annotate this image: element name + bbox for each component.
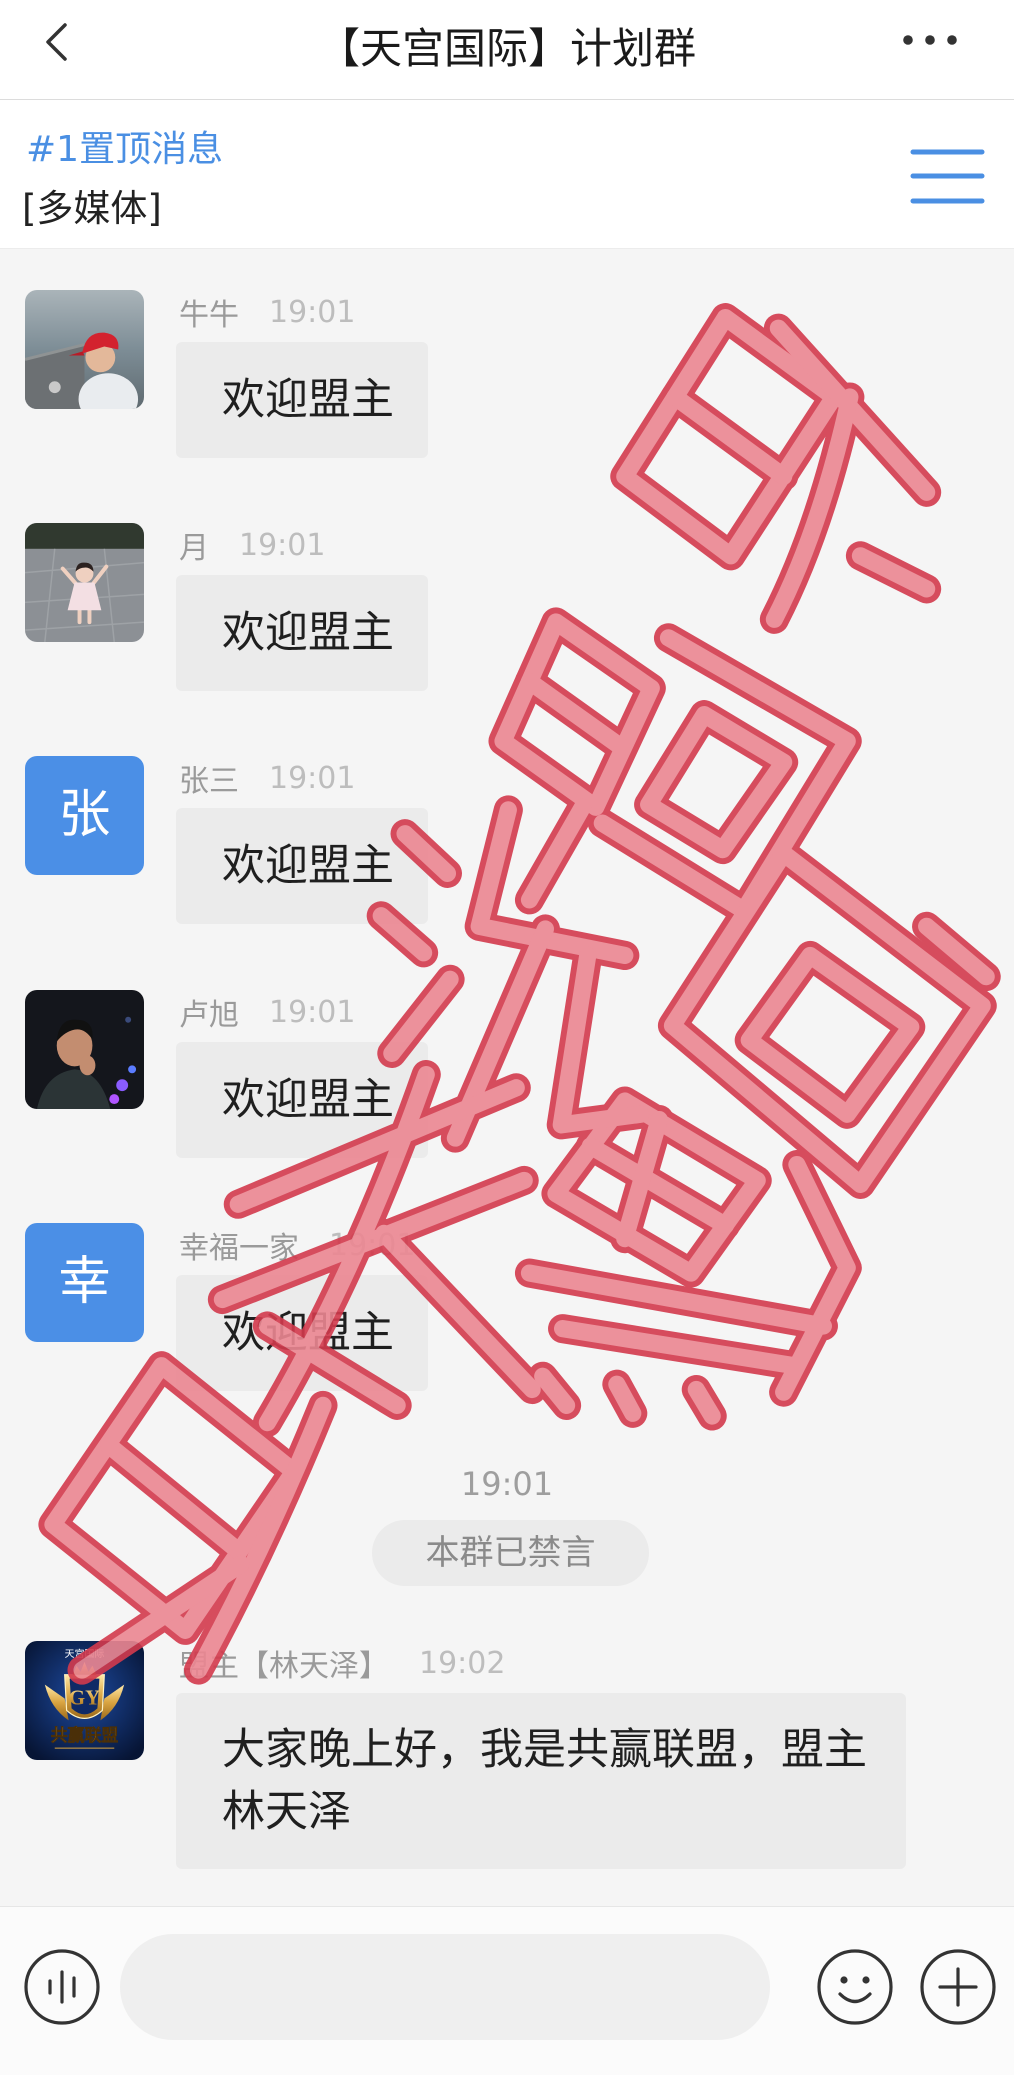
back-button[interactable] [38, 22, 78, 62]
sender-name: 牛牛 [179, 298, 239, 333]
page-title: 【天宫国际】计划群 [317, 24, 696, 73]
logo-text-bottom: 共赢联盟 [51, 1725, 119, 1745]
logo-text-top: 天宫国际 [65, 1647, 105, 1660]
chat-message: 张 张三 19:01 欢迎盟主 [0, 756, 1014, 956]
logo-text-mark: GY [69, 1685, 100, 1709]
chevron-left-icon [46, 23, 67, 61]
message-time: 19:01 [239, 527, 326, 563]
sender-name: 卢旭 [179, 998, 239, 1033]
message-meta: 幸福一家 19:01 [179, 1227, 416, 1267]
pinned-content: [多媒体] [22, 187, 162, 230]
avatar-photo [25, 523, 144, 642]
message-bubble[interactable]: 欢迎盟主 [176, 575, 428, 691]
sender-name: 盟主【林天泽】 [179, 1649, 389, 1684]
chat-header: 【天宫国际】计划群 [0, 0, 1014, 100]
group-logo-avatar: 天宫国际 GY 共赢联盟 [25, 1641, 144, 1760]
emoji-button[interactable] [816, 1948, 894, 2026]
pinned-label: #1置顶消息 [26, 129, 224, 170]
system-notice-pill: 本群已禁言 [372, 1520, 649, 1586]
chat-message: 卢旭 19:01 欢迎盟主 [0, 990, 1014, 1190]
avatar-photo [25, 990, 144, 1109]
chat-message: 牛牛 19:01 欢迎盟主 [0, 290, 1014, 490]
pinned-message-banner[interactable]: #1置顶消息 [多媒体] [0, 100, 1014, 249]
message-meta: 月 19:01 [179, 527, 326, 567]
pinned-list-button[interactable] [905, 140, 991, 212]
more-button[interactable] [896, 26, 964, 54]
message-meta: 张三 19:01 [179, 760, 356, 800]
avatar-initial[interactable]: 幸 [25, 1223, 144, 1342]
more-dots-icon [903, 35, 957, 45]
message-bubble[interactable]: 欢迎盟主 [176, 342, 428, 458]
message-time: 19:01 [329, 1227, 416, 1263]
message-bubble[interactable]: 欢迎盟主 [176, 808, 428, 924]
smiley-icon [817, 1949, 893, 2025]
message-time: 19:01 [269, 994, 356, 1030]
chat-message-list[interactable]: 牛牛 19:01 欢迎盟主 月 19:01 欢迎盟主 张 张三 19:01 欢迎… [0, 249, 1014, 1906]
message-input[interactable] [120, 1934, 770, 2040]
message-time: 19:01 [269, 760, 356, 796]
avatar[interactable] [25, 990, 144, 1109]
message-bubble[interactable]: 大家晚上好，我是共赢联盟，盟主林天泽 [176, 1693, 906, 1869]
sender-name: 张三 [179, 764, 239, 799]
message-time: 19:01 [269, 294, 356, 330]
message-meta: 盟主【林天泽】 19:02 [179, 1645, 506, 1685]
chat-message: 幸 幸福一家 19:01 欢迎盟主 [0, 1223, 1014, 1423]
avatar[interactable] [25, 290, 144, 409]
avatar-initial[interactable]: 张 [25, 756, 144, 875]
message-meta: 卢旭 19:01 [179, 994, 356, 1034]
message-bubble[interactable]: 欢迎盟主 [176, 1042, 428, 1158]
voice-button[interactable] [23, 1948, 101, 2026]
add-attachment-button[interactable] [919, 1948, 997, 2026]
chat-message: 月 19:01 欢迎盟主 [0, 523, 1014, 723]
avatar[interactable]: 天宫国际 GY 共赢联盟 [25, 1641, 144, 1760]
hamburger-menu-icon [910, 149, 985, 204]
message-meta: 牛牛 19:01 [179, 294, 356, 334]
system-timestamp: 19:01 [460, 1465, 554, 1503]
avatar[interactable] [25, 523, 144, 642]
avatar-photo [25, 290, 144, 409]
sender-name: 月 [179, 531, 209, 566]
message-bubble[interactable]: 欢迎盟主 [176, 1275, 428, 1391]
sender-name: 幸福一家 [179, 1231, 299, 1266]
plus-icon [920, 1949, 996, 2025]
message-time: 19:02 [419, 1645, 506, 1681]
chat-message: 天宫国际 GY 共赢联盟 盟主【林天泽】 19:02 大家晚上好，我是共赢联盟，… [0, 1641, 1014, 1881]
voice-icon [24, 1949, 100, 2025]
message-composer [0, 1906, 1014, 2075]
